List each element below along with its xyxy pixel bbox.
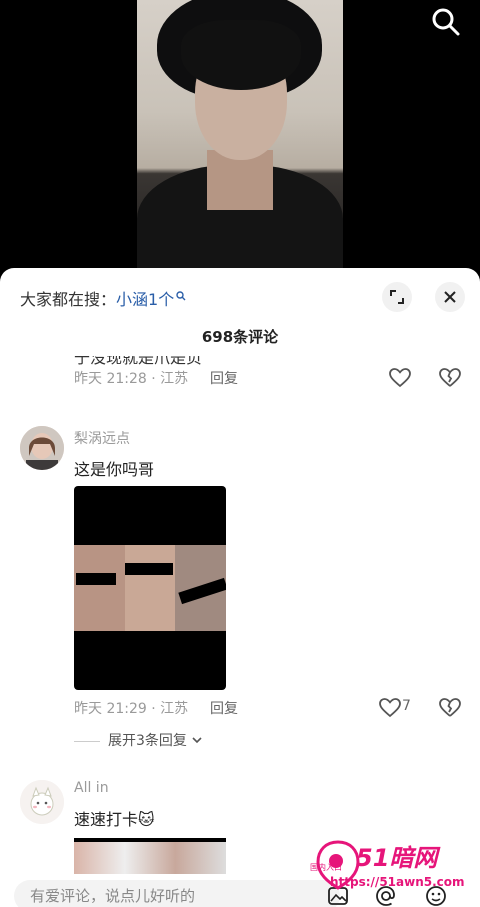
heart-icon[interactable] xyxy=(388,366,412,390)
watermark-small: 国内入口 xyxy=(310,862,342,872)
censor-bar xyxy=(124,563,173,575)
image-person-2 xyxy=(124,545,176,631)
watermark-url: https://51awn5.com xyxy=(330,875,465,889)
divider-line xyxy=(74,740,100,742)
comment-time: 昨天 21:28 · 江苏 xyxy=(74,371,189,387)
comment-time: 昨天 21:29 · 江苏 xyxy=(74,701,189,717)
trending-keyword[interactable]: 小涵1个 xyxy=(116,290,174,309)
comment-list[interactable]: 于没现就是爪是负 昨天 21:28 · 江苏 回复 梨涡远点 这是你吗哥 昨天 … xyxy=(0,356,480,876)
comment-input[interactable]: 有爱评论，说点儿好听的 xyxy=(14,880,340,907)
dislike-icon[interactable] xyxy=(438,696,462,720)
comment-text: 速速打卡🐱 xyxy=(74,810,155,829)
watermark-text: 51暗网 xyxy=(356,844,441,872)
comment-image[interactable] xyxy=(74,486,226,690)
comment-sheet: 大家都在搜：小涵1个 698条评论 于没现就是爪是负 昨天 21:28 · 江苏… xyxy=(0,268,480,907)
search-icon[interactable] xyxy=(428,4,464,40)
avatar[interactable] xyxy=(20,426,64,470)
comment-text: 这是你吗哥 xyxy=(74,460,155,479)
expand-replies-label: 展开3条回复 xyxy=(108,733,187,749)
close-icon[interactable] xyxy=(435,282,465,312)
commenter-name[interactable]: 梨涡远点 xyxy=(74,428,130,448)
censor-bar xyxy=(76,573,116,585)
search-small-icon xyxy=(176,286,186,301)
like-count: 7 xyxy=(402,698,411,714)
avatar[interactable] xyxy=(20,780,64,824)
video-area[interactable] xyxy=(0,0,480,280)
dislike-icon[interactable] xyxy=(438,366,462,390)
censor-bar xyxy=(178,577,226,605)
heart-icon[interactable] xyxy=(378,696,402,720)
image-person-3 xyxy=(175,545,226,631)
comment-count: 698条评论 xyxy=(201,328,279,346)
expand-icon[interactable] xyxy=(382,282,412,312)
comment-image-preview[interactable] xyxy=(74,838,226,876)
reply-button[interactable]: 回复 xyxy=(210,698,238,718)
video-frame xyxy=(137,0,343,280)
image-person-1 xyxy=(74,545,125,631)
comment-text: 于没现就是爪是负 xyxy=(74,356,203,367)
expand-replies[interactable]: 展开3条回复 xyxy=(74,730,203,750)
reply-button[interactable]: 回复 xyxy=(210,368,238,388)
image-strip xyxy=(74,545,226,631)
trending-prefix: 大家都在搜： xyxy=(20,290,117,309)
commenter-name[interactable]: All in xyxy=(74,780,109,796)
chevron-down-icon xyxy=(191,733,203,749)
video-subject-fringe xyxy=(181,20,301,90)
watermark-logo: 51暗网 国内入口 https://51awn5.com xyxy=(308,836,468,894)
trending-search[interactable]: 大家都在搜：小涵1个 xyxy=(20,286,186,310)
